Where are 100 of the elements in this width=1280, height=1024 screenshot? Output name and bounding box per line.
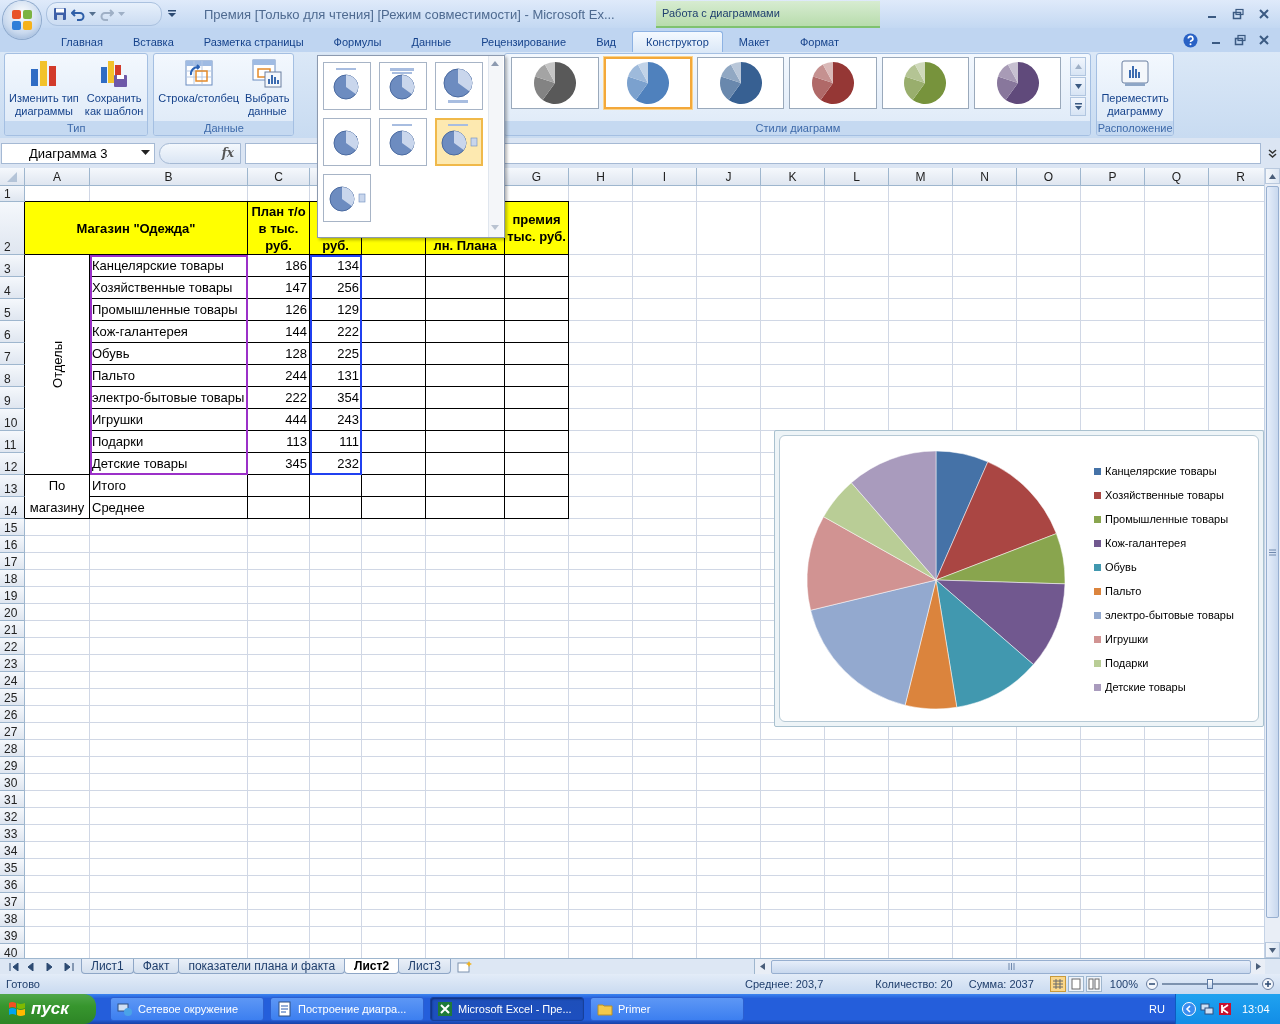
insert-function-button[interactable]: fx <box>221 146 234 160</box>
ribbon-tab[interactable]: Разметка страницы <box>189 31 318 52</box>
window-title: Премия [Только для чтения] [Режим совместимости] - Microsoft Ex... <box>204 6 616 22</box>
sheet-tab[interactable]: Лист3 <box>398 959 451 974</box>
column-header[interactable]: J <box>697 168 761 186</box>
ribbon-tab[interactable]: Вставка <box>118 31 188 52</box>
table-cell: 244 <box>248 365 310 387</box>
ribbon-button[interactable]: Строка/столбец <box>156 57 242 105</box>
table-cell: 129 <box>310 299 362 321</box>
legend-label: Промышленные товары <box>1105 513 1229 525</box>
status-average: Среднее: 203,7 <box>744 978 824 990</box>
column-header[interactable]: Q <box>1145 168 1209 186</box>
sheet-tab[interactable]: Лист2 <box>344 959 400 974</box>
row-header[interactable]: 31 <box>0 791 25 808</box>
column-header[interactable]: C <box>248 168 310 186</box>
sheet-tab[interactable]: Факт <box>132 959 180 974</box>
row-header[interactable]: 2 <box>0 202 25 255</box>
row-header[interactable]: 15 <box>0 519 25 536</box>
column-header[interactable]: A <box>25 168 90 186</box>
start-button[interactable]: пуск <box>0 994 96 1024</box>
column-header[interactable]: G <box>505 168 569 186</box>
row-header[interactable]: 25 <box>0 689 25 706</box>
row-header[interactable]: 23 <box>0 655 25 672</box>
row-header[interactable]: 21 <box>0 621 25 638</box>
table-cell: 225 <box>310 343 362 365</box>
row-header[interactable]: 6 <box>0 321 25 343</box>
column-header[interactable]: I <box>633 168 697 186</box>
taskbar-button[interactable]: Microsoft Excel - Пре... <box>430 997 584 1021</box>
row-header[interactable]: 14 <box>0 497 25 519</box>
row-header[interactable]: 26 <box>0 706 25 723</box>
legend-label: Канцелярские товары <box>1105 465 1217 477</box>
ribbon-tab[interactable]: Данные <box>397 31 466 52</box>
column-header[interactable]: K <box>761 168 825 186</box>
language-indicator[interactable]: RU <box>1149 1003 1165 1015</box>
row-header[interactable]: 27 <box>0 723 25 740</box>
row-header[interactable]: 9 <box>0 387 25 409</box>
group-title: Стили диаграмм <box>505 121 1091 135</box>
clock: 13:04 <box>1242 1003 1270 1015</box>
table-cell: Кож-галантерея <box>90 321 248 343</box>
row-header[interactable]: 30 <box>0 774 25 791</box>
row-header[interactable]: 11 <box>0 431 25 453</box>
ribbon-button[interactable]: Изменить тип диаграммы <box>7 57 81 118</box>
row-header[interactable]: 38 <box>0 910 25 927</box>
row-header[interactable]: 4 <box>0 277 25 299</box>
column-header[interactable]: O <box>1017 168 1081 186</box>
column-header[interactable]: M <box>889 168 953 186</box>
row-header[interactable]: 3 <box>0 255 25 277</box>
row-header[interactable]: 10 <box>0 409 25 431</box>
row-header[interactable]: 8 <box>0 365 25 387</box>
column-header[interactable]: N <box>953 168 1017 186</box>
column-header[interactable]: R <box>1209 168 1264 186</box>
row-header[interactable]: 17 <box>0 553 25 570</box>
column-header[interactable]: B <box>90 168 248 186</box>
ribbon-tab[interactable]: Рецензирование <box>467 31 581 52</box>
table-cell: 134 <box>310 255 362 277</box>
table-cell: Обувь <box>90 343 248 365</box>
ribbon-tab[interactable]: Макет <box>724 31 784 52</box>
ribbon-tab[interactable]: Формулы <box>319 31 396 52</box>
row-header[interactable]: 19 <box>0 587 25 604</box>
ribbon-tab[interactable]: Главная <box>47 31 117 52</box>
row-header[interactable]: 20 <box>0 604 25 621</box>
ribbon-tab[interactable]: Формат <box>785 31 853 52</box>
ribbon-button[interactable]: Переместить диаграмму <box>1099 57 1171 118</box>
row-header[interactable]: 28 <box>0 740 25 757</box>
legend-label: Хозяйственные товары <box>1105 489 1224 501</box>
ribbon-button[interactable]: Выбрать данные <box>243 57 292 118</box>
ribbon-tab[interactable]: Конструктор <box>632 31 723 52</box>
row-header[interactable]: 24 <box>0 672 25 689</box>
row-header[interactable]: 18 <box>0 570 25 587</box>
row-header[interactable]: 7 <box>0 343 25 365</box>
row-header[interactable]: 12 <box>0 453 25 475</box>
name-box[interactable]: Диаграмма 3 <box>1 142 155 164</box>
sheet-tab[interactable]: Лист1 <box>81 959 134 974</box>
row-header[interactable]: 33 <box>0 825 25 842</box>
row-header[interactable]: 29 <box>0 757 25 774</box>
table-cell: Пальто <box>90 365 248 387</box>
table-cell: 113 <box>248 431 310 453</box>
column-header[interactable]: L <box>825 168 889 186</box>
table-cell: 232 <box>310 453 362 475</box>
table-cell: Канцелярские товары <box>90 255 248 277</box>
row-header[interactable]: 32 <box>0 808 25 825</box>
sheet-tab[interactable]: показатели плана и факта <box>178 959 346 974</box>
row-header[interactable]: 40 <box>0 944 25 958</box>
status-sum: Сумма: 2037 <box>968 978 1034 990</box>
row-header[interactable]: 16 <box>0 536 25 553</box>
ribbon-button[interactable]: Сохранить как шаблон <box>82 57 146 118</box>
row-header[interactable]: 37 <box>0 893 25 910</box>
row-header[interactable]: 5 <box>0 299 25 321</box>
chart-frame[interactable]: Канцелярские товары Хозяйственные товары Промышленные товары Кож-галантерея Обувь Пальто электро-бытовые товары Игрушки Подарки Детские товары <box>774 430 1264 727</box>
row-header[interactable]: 35 <box>0 859 25 876</box>
ribbon-tab[interactable]: Вид <box>582 31 631 52</box>
row-header[interactable]: 36 <box>0 876 25 893</box>
zoom-level[interactable]: 100% <box>1109 978 1138 990</box>
row-header[interactable]: 22 <box>0 638 25 655</box>
row-header[interactable]: 1 <box>0 186 25 202</box>
row-header[interactable]: 13 <box>0 475 25 497</box>
row-header[interactable]: 39 <box>0 927 25 944</box>
row-header[interactable]: 34 <box>0 842 25 859</box>
column-header[interactable]: P <box>1081 168 1145 186</box>
column-header[interactable]: H <box>569 168 633 186</box>
